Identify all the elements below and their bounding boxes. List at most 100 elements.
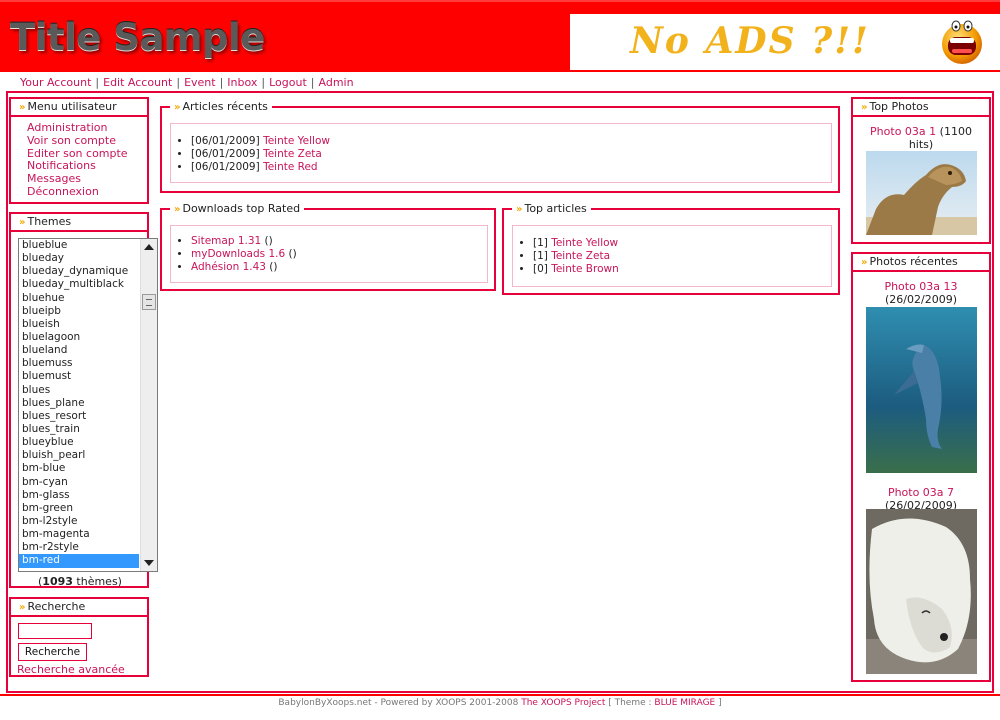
top-articles-box: »Top articles [1] Teinte Yellow [1] Tein…	[502, 202, 840, 295]
theme-option[interactable]: blueipb	[19, 305, 139, 318]
theme-options: blueblue blueday blueday_dynamique blueday_…	[19, 239, 139, 568]
theme-option[interactable]: blueyblue	[19, 436, 139, 449]
ad-banner-text: No ADS ?!!	[630, 20, 870, 62]
nav-inbox[interactable]: Inbox	[227, 76, 257, 89]
theme-option[interactable]: bluelagoon	[19, 331, 139, 344]
top-photos-title: Top Photos	[869, 100, 929, 113]
theme-option[interactable]: bm-r2style	[19, 541, 139, 554]
article-link[interactable]: Teinte Zeta	[263, 148, 322, 160]
double-chevron-icon: »	[174, 204, 181, 215]
themes-block: » Themes blueblue blueday blueday_dynamique…	[9, 212, 158, 588]
camel-photo[interactable]	[866, 151, 977, 235]
double-chevron-icon: »	[19, 102, 26, 113]
downloads-top-box: »Downloads top Rated Sitemap 1.31 () myD…	[160, 202, 496, 291]
article-link[interactable]: Teinte Brown	[551, 263, 619, 275]
list-item: [1] Teinte Yellow	[533, 237, 831, 250]
theme-option[interactable]: blueday_dynamique	[19, 265, 139, 278]
list-item: [1] Teinte Zeta	[533, 250, 831, 263]
menu-item-administration[interactable]: Administration	[27, 121, 147, 135]
nav-event[interactable]: Event	[184, 76, 216, 89]
double-chevron-icon: »	[861, 102, 868, 113]
double-chevron-icon: »	[516, 204, 523, 215]
list-item: [06/01/2009] Teinte Red	[191, 161, 831, 174]
theme-option[interactable]: bm-cyan	[19, 476, 139, 489]
photo-link[interactable]: Photo 03a 7	[888, 486, 954, 499]
theme-option[interactable]: bm-magenta	[19, 528, 139, 541]
menu-item-view-account[interactable]: Voir son compte	[27, 134, 147, 148]
nav-your-account[interactable]: Your Account	[20, 76, 91, 89]
scrollbar-thumb[interactable]	[142, 294, 156, 310]
theme-option[interactable]: bm-red	[19, 554, 139, 568]
article-link[interactable]: Teinte Zeta	[551, 250, 610, 262]
xoops-project-link[interactable]: The XOOPS Project	[521, 698, 605, 708]
polar-bear-photo[interactable]	[866, 509, 977, 674]
theme-option[interactable]: blues_train	[19, 423, 139, 436]
recent-photos-title: Photos récentes	[869, 255, 958, 268]
photo-link[interactable]: Photo 03a 13	[884, 280, 957, 293]
theme-option[interactable]: bm-green	[19, 502, 139, 515]
list-item: Adhésion 1.43 ()	[191, 261, 487, 274]
search-block: » Recherche Recherche Recherche avancée	[9, 597, 149, 677]
theme-option[interactable]: blues	[19, 384, 139, 397]
downloads-top-title: Downloads top Rated	[182, 202, 301, 215]
article-link[interactable]: Teinte Red	[263, 161, 318, 173]
theme-option[interactable]: bluemust	[19, 370, 139, 383]
theme-option[interactable]: bluehue	[19, 292, 139, 305]
nav-edit-account[interactable]: Edit Account	[103, 76, 172, 89]
top-navigation: Your Account | Edit Account | Event | Inbox | Lo…	[20, 76, 354, 89]
theme-select-list[interactable]: blueblue blueday blueday_dynamique blueday_…	[18, 238, 158, 572]
theme-list-scrollbar[interactable]	[140, 239, 157, 571]
dolphin-photo[interactable]	[866, 307, 977, 473]
top-photos-block: » Top Photos Photo 03a 1 (1100 hits)	[851, 97, 991, 244]
double-chevron-icon: »	[174, 102, 181, 113]
theme-option[interactable]: blueday_multiblack	[19, 278, 139, 291]
user-menu-title: Menu utilisateur	[27, 100, 117, 113]
theme-link[interactable]: BLUE MIRAGE	[654, 698, 715, 708]
themes-title: Themes	[27, 215, 72, 228]
download-link[interactable]: Sitemap 1.31	[191, 235, 261, 247]
theme-option[interactable]: bm-blue	[19, 462, 139, 475]
advanced-search-link[interactable]: Recherche avancée	[17, 663, 125, 676]
menu-item-logout[interactable]: Déconnexion	[27, 185, 147, 199]
nav-logout[interactable]: Logout	[269, 76, 307, 89]
list-item: Sitemap 1.31 ()	[191, 235, 487, 248]
double-chevron-icon: »	[861, 257, 868, 268]
ad-banner[interactable]: No ADS ?!!	[570, 14, 1000, 70]
theme-option[interactable]: blues_resort	[19, 410, 139, 423]
list-item: [0] Teinte Brown	[533, 263, 831, 276]
theme-option[interactable]: bluemuss	[19, 357, 139, 370]
list-item: [06/01/2009] Teinte Yellow	[191, 135, 831, 148]
article-link[interactable]: Teinte Yellow	[263, 135, 330, 147]
double-chevron-icon: »	[19, 217, 26, 228]
theme-option[interactable]: bluish_pearl	[19, 449, 139, 462]
theme-option[interactable]: blueblue	[19, 239, 139, 252]
theme-option[interactable]: blueish	[19, 318, 139, 331]
site-header: Title Sample No ADS ?!!	[0, 0, 1000, 72]
article-link[interactable]: Teinte Yellow	[551, 237, 618, 249]
download-link[interactable]: Adhésion 1.43	[191, 261, 266, 273]
top-articles-title: Top articles	[524, 202, 587, 215]
scroll-up-arrow-icon[interactable]	[144, 244, 154, 250]
nav-admin[interactable]: Admin	[319, 76, 354, 89]
theme-option[interactable]: blues_plane	[19, 397, 139, 410]
photo-link[interactable]: Photo 03a 1	[870, 125, 936, 138]
site-logo[interactable]: Title Sample	[10, 16, 265, 59]
theme-option[interactable]: bm-l2style	[19, 515, 139, 528]
double-chevron-icon: »	[19, 602, 26, 613]
theme-option[interactable]: blueland	[19, 344, 139, 357]
photo-caption: Photo 03a 1 (1100 hits)	[870, 125, 972, 151]
site-footer: BabylonByXoops.net - Powered by XOOPS 20…	[278, 698, 722, 708]
search-button[interactable]: Recherche	[18, 643, 87, 661]
theme-option[interactable]: bm-glass	[19, 489, 139, 502]
recent-photos-block: » Photos récentes Photo 03a 13 (26/02/200…	[851, 252, 991, 682]
search-input[interactable]	[18, 623, 92, 639]
theme-option[interactable]: blueday	[19, 252, 139, 265]
footer-divider	[0, 694, 1000, 696]
theme-count: (1093 thèmes)	[38, 575, 122, 588]
scroll-down-arrow-icon[interactable]	[144, 560, 154, 566]
download-link[interactable]: myDownloads 1.6	[191, 248, 285, 260]
user-menu-block: » Menu utilisateur Administration Voir so…	[9, 97, 149, 204]
list-item: [06/01/2009] Teinte Zeta	[191, 148, 831, 161]
shocked-face-icon	[942, 20, 982, 64]
recent-articles-title: Articles récents	[182, 100, 268, 113]
